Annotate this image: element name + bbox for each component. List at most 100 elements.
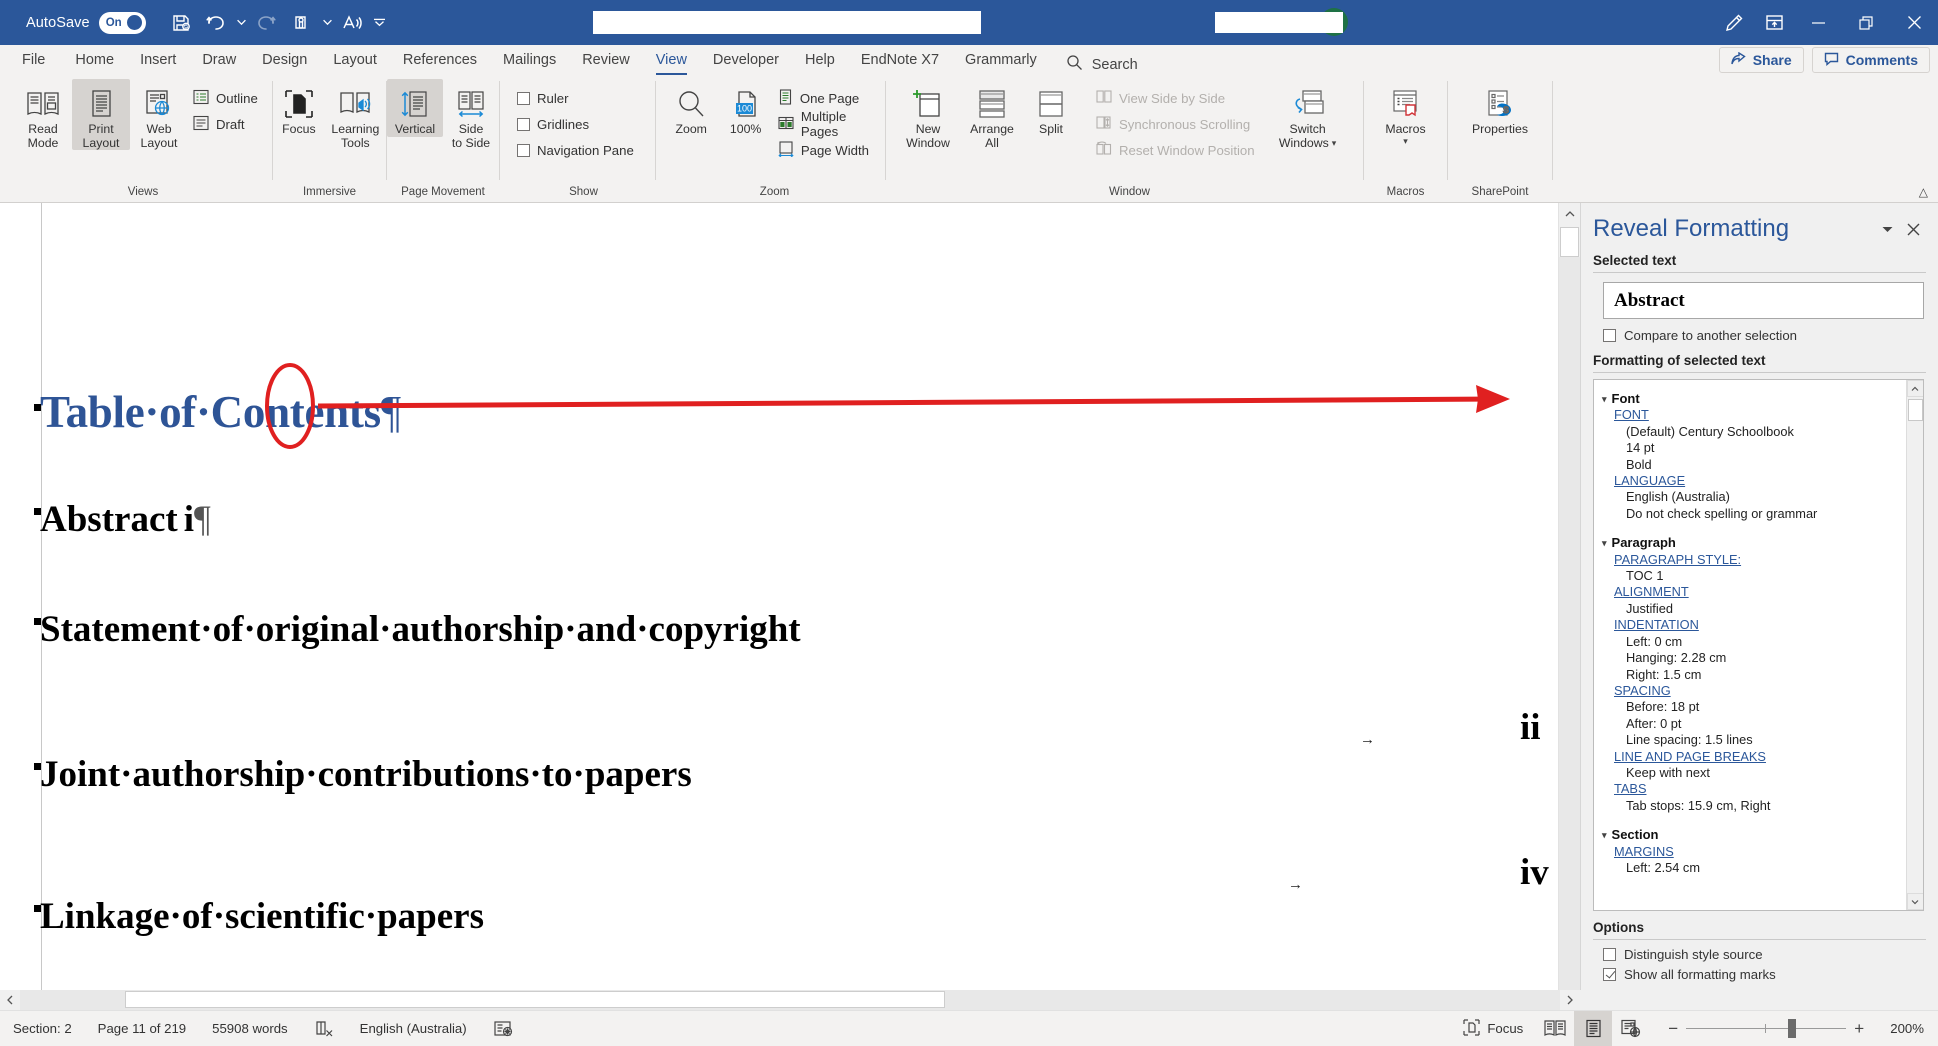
properties-button[interactable]: S Properties: [1465, 79, 1535, 137]
accessibility-icon[interactable]: [480, 1020, 526, 1038]
collapse-ribbon-icon[interactable]: △: [1919, 185, 1928, 199]
scroll-down-icon[interactable]: [1906, 893, 1923, 910]
tab-references[interactable]: References: [390, 46, 490, 75]
scrollbar-track[interactable]: [20, 990, 1560, 1010]
autosave-toggle[interactable]: AutoSave On: [26, 11, 146, 34]
switch-windows-button[interactable]: Switch Windows ▾: [1273, 79, 1343, 150]
status-page[interactable]: Page 11 of 219: [85, 1021, 199, 1036]
tab-layout[interactable]: Layout: [320, 46, 390, 75]
zoom-slider-thumb[interactable]: [1788, 1019, 1797, 1038]
new-window-button[interactable]: New Window: [896, 79, 960, 150]
toc-entry-row[interactable]: Abstract i ¶: [34, 498, 211, 541]
pane-options-caret-icon[interactable]: [1874, 216, 1900, 242]
show-all-formatting-marks-checkbox[interactable]: Show all formatting marks: [1581, 962, 1938, 982]
toc-entry-row[interactable]: Linkage·of·scientific·papers: [34, 895, 484, 938]
multiple-pages-button[interactable]: Multiple Pages: [773, 109, 885, 139]
zoom-100-button[interactable]: 100 100%: [718, 79, 772, 137]
vertical-button[interactable]: Vertical: [387, 79, 443, 137]
outline-button[interactable]: Outline: [188, 86, 263, 110]
format-link[interactable]: SPACING: [1614, 683, 1902, 699]
gridlines-checkbox[interactable]: Gridlines: [512, 112, 639, 136]
tab-draw[interactable]: Draw: [189, 46, 249, 75]
ink-pen-icon[interactable]: [1714, 0, 1754, 45]
tab-mailings[interactable]: Mailings: [490, 46, 569, 75]
compare-to-another-selection-checkbox[interactable]: Compare to another selection: [1581, 319, 1938, 343]
scrollbar-thumb[interactable]: [1560, 227, 1579, 257]
format-link[interactable]: LANGUAGE: [1614, 473, 1902, 489]
minimize-button[interactable]: [1794, 0, 1842, 45]
print-layout-view-button[interactable]: [1574, 1010, 1613, 1046]
undo-icon[interactable]: [200, 8, 231, 38]
tab-home[interactable]: Home: [62, 46, 127, 75]
scroll-left-icon[interactable]: [0, 990, 20, 1010]
read-aloud-icon[interactable]: [338, 8, 369, 38]
autosave-switch[interactable]: On: [98, 11, 146, 34]
distinguish-style-source-checkbox[interactable]: Distinguish style source: [1581, 940, 1938, 962]
ribbon-display-options-icon[interactable]: [1754, 0, 1794, 45]
zoom-button[interactable]: Zoom: [664, 79, 718, 137]
tab-help[interactable]: Help: [792, 46, 848, 75]
scroll-right-icon[interactable]: [1560, 990, 1580, 1010]
print-layout-button[interactable]: Print Layout: [72, 79, 130, 150]
tab-insert[interactable]: Insert: [127, 46, 189, 75]
format-link[interactable]: TABS: [1614, 781, 1902, 797]
format-link[interactable]: LINE AND PAGE BREAKS: [1614, 749, 1902, 765]
format-link[interactable]: ALIGNMENT: [1614, 584, 1902, 600]
web-layout-view-button[interactable]: [1612, 1011, 1650, 1046]
draft-button[interactable]: Draft: [188, 112, 263, 136]
zoom-in-button[interactable]: +: [1846, 1019, 1872, 1039]
touch-mode-dropdown-icon[interactable]: [320, 8, 335, 38]
document-horizontal-scrollbar[interactable]: [0, 990, 1938, 1010]
tab-review[interactable]: Review: [569, 46, 643, 75]
zoom-out-button[interactable]: −: [1660, 1019, 1686, 1039]
tab-endnote-x7[interactable]: EndNote X7: [848, 46, 952, 75]
touch-mode-icon[interactable]: [286, 8, 317, 38]
macros-button[interactable]: Macros ▾: [1371, 79, 1441, 146]
customize-quick-access-toolbar-icon[interactable]: [372, 8, 387, 38]
scrollbar-track[interactable]: [1558, 257, 1580, 990]
zoom-percentage[interactable]: 200%: [1882, 1021, 1938, 1036]
format-link[interactable]: FONT: [1614, 407, 1902, 423]
status-language[interactable]: English (Australia): [347, 1021, 480, 1036]
close-button[interactable]: [1890, 0, 1938, 45]
formatting-section-heading[interactable]: ▾ Paragraph: [1602, 535, 1902, 551]
zoom-slider-track[interactable]: [1686, 1019, 1847, 1038]
status-section[interactable]: Section: 2: [0, 1021, 85, 1036]
split-button[interactable]: Split: [1024, 79, 1078, 137]
formatting-section-heading[interactable]: ▾ Font: [1602, 391, 1902, 407]
save-icon[interactable]: [166, 8, 197, 38]
restore-button[interactable]: [1842, 0, 1890, 45]
spelling-errors-icon[interactable]: [301, 1020, 347, 1038]
share-button[interactable]: Share: [1718, 47, 1804, 73]
tab-developer[interactable]: Developer: [700, 46, 792, 75]
format-link[interactable]: PARAGRAPH STYLE:: [1614, 552, 1902, 568]
zoom-slider[interactable]: − +: [1650, 1019, 1882, 1039]
status-word-count[interactable]: 55908 words: [199, 1021, 301, 1036]
document-canvas[interactable]: Table·of·Contents ¶ Abstract i ¶ Stateme…: [0, 203, 1580, 990]
tab-design[interactable]: Design: [249, 46, 320, 75]
comments-button[interactable]: Comments: [1811, 47, 1930, 73]
scroll-up-icon[interactable]: [1558, 203, 1580, 225]
scrollbar-thumb[interactable]: [125, 991, 945, 1008]
toc-entry-row[interactable]: Statement·of·original·authorship·and·cop…: [34, 608, 801, 651]
tab-file[interactable]: File: [0, 46, 62, 75]
web-layout-button[interactable]: Web Layout: [130, 79, 188, 150]
read-mode-view-button[interactable]: [1536, 1011, 1574, 1046]
undo-dropdown-icon[interactable]: [234, 8, 249, 38]
toc-entry-row[interactable]: Joint·authorship·contributions·to·papers: [34, 753, 692, 796]
close-icon[interactable]: [1900, 216, 1926, 242]
read-mode-button[interactable]: Read Mode: [14, 79, 72, 150]
page-width-button[interactable]: Page Width: [773, 138, 885, 162]
search-box[interactable]: Search: [1066, 54, 1138, 75]
learning-tools-button[interactable]: Learning Tools: [325, 79, 386, 150]
tab-grammarly[interactable]: Grammarly: [952, 46, 1050, 75]
scrollbar-thumb[interactable]: [1907, 399, 1923, 421]
ruler-checkbox[interactable]: Ruler: [512, 86, 639, 110]
formatting-section-heading[interactable]: ▾ Section: [1602, 827, 1902, 843]
document-vertical-scrollbar[interactable]: [1558, 203, 1580, 990]
formatting-details-list[interactable]: ▾ Font FONT (Default) Century Schoolbook…: [1593, 379, 1924, 911]
arrange-all-button[interactable]: Arrange All: [960, 79, 1024, 150]
navigation-pane-checkbox[interactable]: Navigation Pane: [512, 138, 639, 162]
selected-text-box[interactable]: Abstract: [1603, 282, 1924, 319]
one-page-button[interactable]: One Page: [773, 86, 885, 110]
